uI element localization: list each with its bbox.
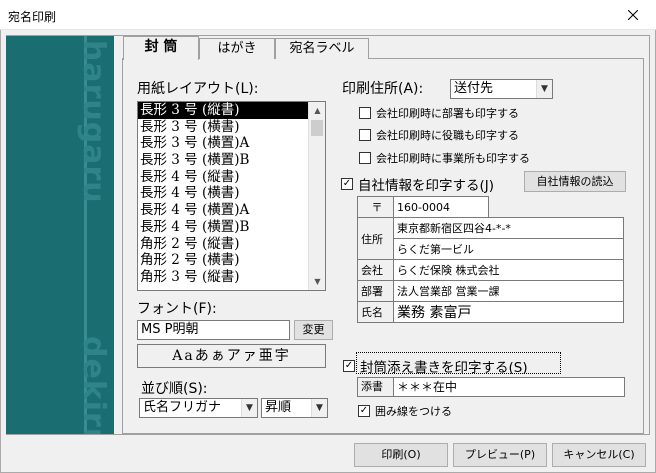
postal-code-field[interactable]: 160-0004 — [393, 196, 489, 218]
frame-checkbox[interactable]: ✓ 囲み線をつける — [358, 403, 452, 419]
list-item[interactable]: 角形 3 号 (縦書) — [138, 269, 309, 286]
close-icon — [628, 10, 638, 20]
font-sample: Aaあぁアァ亜宇 — [137, 344, 326, 368]
sidebar-watermark-bottom: dekiru — [76, 336, 111, 434]
dept-label: 部署 — [357, 280, 394, 302]
print-button[interactable]: 印刷(O) — [354, 443, 448, 467]
checkbox-icon[interactable] — [359, 107, 371, 119]
tab-postcard[interactable]: はがき — [199, 38, 275, 59]
list-item[interactable]: 長形 4 号 (縦書) — [138, 169, 309, 186]
print-address-label: 印刷住所(A): — [342, 81, 424, 97]
window-title: 宛名印刷 — [8, 10, 57, 24]
sort-field-value: 氏名フリガナ — [143, 400, 222, 415]
envelope-note-checkbox[interactable]: ✓ 封筒添え書きを印字する(S) — [343, 356, 528, 376]
layout-scrollbar[interactable]: ▲ ▼ — [308, 102, 325, 290]
load-company-info-button[interactable]: 自社情報の読込 — [524, 171, 626, 192]
dept-checkbox-label: 会社印刷時に部署も印字する — [376, 107, 519, 120]
font-label: フォント(F): — [137, 301, 217, 317]
preview-button[interactable]: プレビュー(P) — [453, 443, 547, 467]
checkbox-icon[interactable] — [359, 129, 371, 141]
chevron-down-icon[interactable]: ▼ — [311, 399, 327, 417]
scroll-down-icon[interactable]: ▼ — [309, 273, 325, 290]
tab-envelope[interactable]: 封 筒 — [123, 36, 199, 60]
checkmark-icon[interactable]: ✓ — [358, 405, 370, 417]
chevron-down-icon[interactable]: ▼ — [241, 399, 257, 417]
tab-address-label[interactable]: 宛名ラベル — [275, 38, 369, 59]
layout-label: 用紙レイアウト(L): — [137, 81, 259, 97]
postal-symbol: 〒 — [357, 196, 394, 218]
list-item[interactable]: 長形 3 号 (横書) — [138, 119, 309, 136]
list-item[interactable]: 長形 4 号 (横置)A — [138, 202, 309, 219]
chevron-down-icon[interactable]: ▼ — [536, 80, 552, 98]
note-label: 添書 — [357, 377, 394, 397]
name-field[interactable]: 業務 素富戸 — [393, 301, 624, 323]
address-label: 住所 — [357, 217, 394, 260]
company-info-table: 〒 160-0004 住所 東京都新宿区四谷4-*-* らくだ第一ビル 会社 ら… — [357, 196, 624, 323]
address-line1-field[interactable]: 東京都新宿区四谷4-*-* — [393, 217, 624, 239]
sidebar-watermark-top: harugaru — [76, 40, 111, 204]
layout-listbox[interactable]: 長形 3 号 (縦書) 長形 3 号 (横書) 長形 3 号 (横置)A 長形 … — [137, 101, 326, 291]
note-field[interactable]: ＊＊＊在中 — [393, 377, 625, 397]
list-item[interactable]: 長形 3 号 (横置)A — [138, 135, 309, 152]
title-bar: 宛名印刷 — [0, 0, 656, 30]
print-address-select[interactable]: 送付先 ▼ — [450, 79, 553, 99]
address-line2-field[interactable]: らくだ第一ビル — [393, 238, 624, 260]
scroll-thumb[interactable] — [311, 120, 323, 136]
sort-order-select[interactable]: 昇順 ▼ — [261, 398, 328, 418]
dept-field[interactable]: 法人営業部 営業一課 — [393, 280, 624, 302]
print-address-value: 送付先 — [454, 81, 494, 96]
title-checkbox-label: 会社印刷時に役職も印字する — [376, 129, 519, 142]
list-item[interactable]: 長形 4 号 (横置)B — [138, 219, 309, 236]
company-label: 会社 — [357, 259, 394, 281]
office-checkbox[interactable]: 会社印刷時に事業所も印字する — [359, 150, 530, 166]
checkbox-icon[interactable] — [359, 152, 371, 164]
list-item[interactable]: 長形 3 号 (横置)B — [138, 152, 309, 169]
checkmark-icon[interactable]: ✓ — [343, 360, 355, 372]
font-field: MS P明朝 — [137, 320, 290, 340]
title-checkbox[interactable]: 会社印刷時に役職も印字する — [359, 127, 519, 143]
frame-checkbox-label: 囲み線をつける — [375, 405, 452, 418]
sidebar-banner: harugaru dekiru — [6, 36, 114, 434]
list-item[interactable]: 長形 3 号 (縦書) — [138, 102, 309, 119]
list-item[interactable]: 長形 4 号 (横書) — [138, 185, 309, 202]
list-item[interactable]: 角形 2 号 (縦書) — [138, 236, 309, 253]
name-label: 氏名 — [357, 301, 394, 323]
company-info-checkbox-label: 自社情報を印字する(J) — [358, 178, 495, 194]
office-checkbox-label: 会社印刷時に事業所も印字する — [376, 152, 530, 165]
dept-checkbox[interactable]: 会社印刷時に部署も印字する — [359, 105, 519, 121]
cancel-button[interactable]: キャンセル(C) — [552, 443, 646, 467]
close-button[interactable] — [610, 0, 656, 30]
company-field[interactable]: らくだ保険 株式会社 — [393, 259, 624, 281]
sort-label: 並び順(S): — [141, 381, 208, 397]
scroll-up-icon[interactable]: ▲ — [309, 102, 325, 119]
list-item[interactable]: 角形 2 号 (横書) — [138, 252, 309, 269]
checkmark-icon[interactable]: ✓ — [341, 178, 353, 190]
company-info-checkbox[interactable]: ✓ 自社情報を印字する(J) — [341, 174, 494, 194]
sort-order-value: 昇順 — [265, 400, 292, 415]
font-change-button[interactable]: 変更 — [294, 320, 333, 340]
envelope-note-checkbox-label: 封筒添え書きを印字する(S) — [360, 360, 528, 376]
sort-field-select[interactable]: 氏名フリガナ ▼ — [139, 398, 258, 418]
